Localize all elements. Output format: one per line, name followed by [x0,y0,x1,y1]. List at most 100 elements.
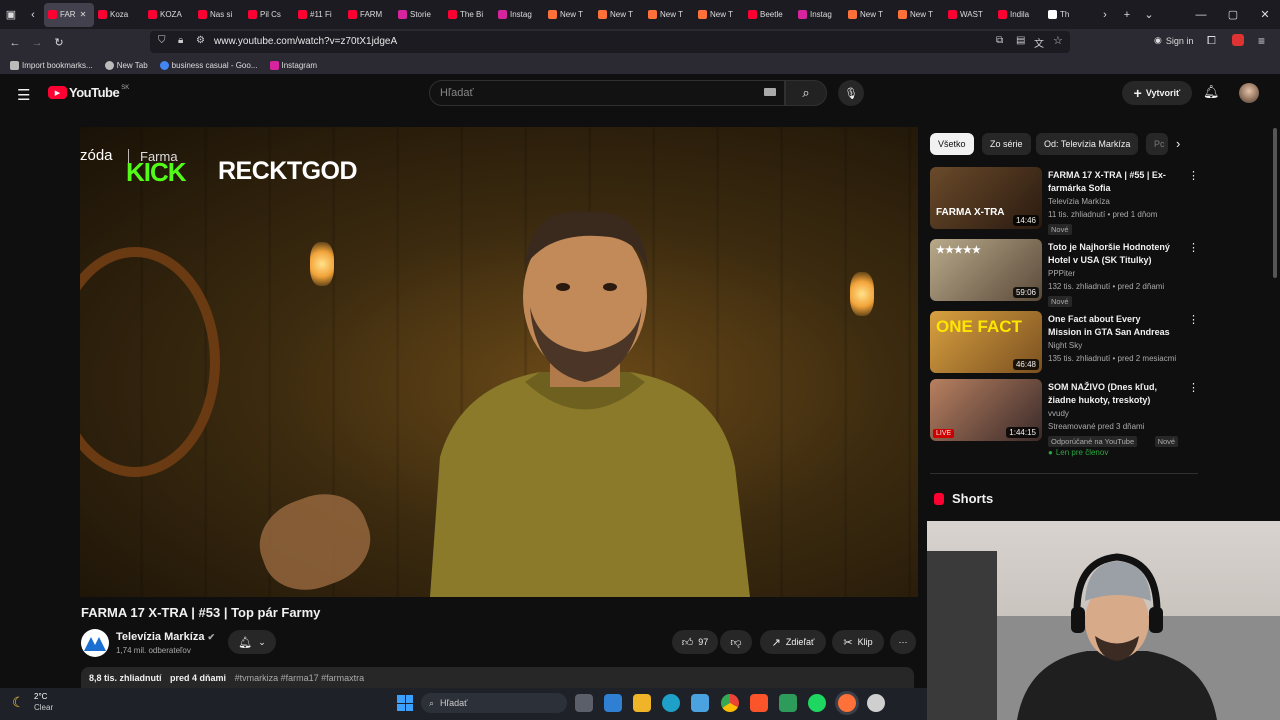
chips-scroll-right-icon[interactable]: › [1176,136,1180,151]
bookmark-item[interactable]: business casual - Goo... [159,60,258,70]
video-thumbnail[interactable]: ONE FACT 46:48 [930,311,1042,373]
video-player[interactable]: zóda Farma KICK RECKTGOD [80,127,918,597]
more-actions-button[interactable]: ⋯ [890,630,916,654]
reader-view-icon[interactable]: ▤ [1016,35,1025,46]
browser-tab[interactable]: FARM [344,3,394,27]
bookmark-item[interactable]: New Tab [104,60,148,70]
recommended-video-title[interactable]: FARMA 17 X-TRA | #55 | Ex-farmárka Sofia [1048,169,1176,195]
notepad-icon[interactable] [779,694,797,712]
extensions-icon[interactable]: ⧠ [1207,35,1216,48]
more-vertical-icon[interactable]: ⋮ [1188,381,1199,394]
recommended-channel[interactable]: Televízia Markíza [1048,197,1110,206]
maximize-icon[interactable]: ▢ [1222,4,1244,26]
browser-tab[interactable]: FAR ✕ [44,2,94,27]
search-input[interactable]: Hľadať [429,80,785,106]
hamburger-menu-icon[interactable]: ☰ [17,86,30,104]
extension-badge-icon[interactable] [1232,34,1244,46]
obs-icon[interactable] [867,694,885,712]
brave-icon[interactable] [750,694,768,712]
tab-overview-icon[interactable]: ▣ [0,4,22,26]
channel-avatar[interactable] [81,629,109,657]
video-description[interactable]: 8,8 tis. zhliadnutí pred 4 dňami #tvmark… [81,667,914,689]
bookmark-item[interactable]: Import bookmarks... [10,60,93,70]
url-text[interactable]: www.youtube.com/watch?v=z70tX1jdgeA [214,36,397,47]
back-icon[interactable]: ← [4,32,26,54]
tabs-scroll-right-icon[interactable]: › [1094,4,1116,26]
browser-tab[interactable]: Indila [994,3,1044,27]
browser-tab[interactable]: The Bi [444,3,494,27]
recommended-video-title[interactable]: Toto je Najhoršie Hodnotený Hotel v USA … [1048,241,1176,267]
browser-tab[interactable]: New T [544,3,594,27]
chip-next[interactable]: Pc [1146,133,1168,155]
browser-tab[interactable]: Storie [394,3,444,27]
video-thumbnail[interactable]: LIVE 1:44:15 [930,379,1042,441]
chrome-icon[interactable] [721,694,739,712]
task-view-icon[interactable] [575,694,593,712]
video-thumbnail[interactable]: FARMA X-TRA 14:46 [930,167,1042,229]
browser-tab[interactable]: Koza [94,3,144,27]
tracking-shield-icon[interactable]: ⛉ [158,35,166,46]
clip-button[interactable]: ✂ Klip [832,630,884,654]
translate-icon[interactable]: 文 [1034,35,1044,50]
subscription-bell-button[interactable]: 🔔︎ ⌄ [228,630,276,654]
bookmark-star-icon[interactable]: ☆ [1053,34,1063,47]
chip-series[interactable]: Zo série [982,133,1031,155]
ms-store-icon[interactable] [604,694,622,712]
chip-from-channel[interactable]: Od: Televízia Markíza [1036,133,1139,155]
forward-icon[interactable]: → [26,32,48,54]
recommended-channel[interactable]: vvudy [1048,409,1069,418]
keyboard-icon[interactable] [764,88,776,96]
channel-name[interactable]: Televízia Markíza ✔ [116,631,215,643]
recommended-video[interactable]: ★★★★★ 59:06 Toto je Najhoršie Hodnotený Ho… [930,239,1200,307]
file-explorer-icon[interactable] [633,694,651,712]
youtube-logo[interactable]: ▶ YouTube SK [48,85,129,100]
recommended-video-title[interactable]: SOM NAŽIVO (Dnes kľud, žiadne hukoty, tr… [1048,381,1176,407]
recommended-channel[interactable]: Night Sky [1048,341,1082,350]
avatar[interactable] [1239,83,1259,103]
recommended-video[interactable]: FARMA X-TRA 14:46 FARMA 17 X-TRA | #55 | E… [930,167,1200,235]
weather-temp[interactable]: 2°C [34,692,47,701]
lock-icon[interactable]: 🔒︎ [178,35,183,46]
share-button[interactable]: ↗ Zdieľať [760,630,826,654]
browser-tab[interactable]: Th [1044,3,1094,27]
recommended-video-title[interactable]: One Fact about Every Mission in GTA San … [1048,313,1176,339]
video-thumbnail[interactable]: ★★★★★ 59:06 [930,239,1042,301]
photos-icon[interactable] [691,694,709,712]
browser-tab[interactable]: Nas si [194,3,244,27]
bookmark-item[interactable]: Instagram [269,60,317,70]
recommended-video[interactable]: ONE FACT 46:48 One Fact about Every Missio… [930,311,1200,377]
notifications-bell-icon[interactable]: 🔔︎ [1203,84,1220,100]
moon-weather-icon[interactable]: ☾ [12,694,25,711]
edge-icon[interactable] [662,694,680,712]
voice-search-button[interactable]: 🎙︎ [838,80,864,106]
recommended-channel[interactable]: PPPiter [1048,269,1075,278]
chip-all[interactable]: Všetko [930,133,974,155]
browser-tab[interactable]: New T [594,3,644,27]
more-vertical-icon[interactable]: ⋮ [1188,241,1199,254]
more-vertical-icon[interactable]: ⋮ [1188,313,1199,326]
reload-icon[interactable]: ↻ [48,32,70,54]
hashtags[interactable]: #tvmarkiza #farma17 #farmaxtra [235,673,365,683]
pip-icon[interactable]: ⧉ [996,35,1003,46]
permissions-icon[interactable]: ⚙ [196,35,205,46]
new-tab-icon[interactable]: + [1116,4,1138,26]
create-button[interactable]: + Vytvoriť [1122,81,1192,105]
close-window-icon[interactable]: ✕ [1254,4,1276,26]
minimize-icon[interactable]: — [1190,4,1212,26]
browser-tab[interactable]: Instag [494,3,544,27]
menu-icon[interactable]: ≡ [1258,34,1265,48]
like-button[interactable]: 👍︎ 97 [672,630,718,654]
close-tab-icon[interactable]: ✕ [80,10,87,19]
browser-tab[interactable]: New T [894,3,944,27]
search-button[interactable]: ⌕ [785,80,827,106]
tabs-scroll-left-icon[interactable]: ‹ [22,4,44,26]
dislike-button[interactable]: 👎︎ [720,630,752,654]
spotify-icon[interactable] [808,694,826,712]
browser-tab[interactable]: New T [694,3,744,27]
taskbar-search[interactable]: ⌕ Hľadať [421,693,567,713]
browser-tab[interactable]: Instag [794,3,844,27]
tab-list-dropdown-icon[interactable]: ⌄ [1138,4,1160,26]
browser-tab[interactable]: WAST [944,3,994,27]
windows-start-icon[interactable] [397,695,413,711]
firefox-icon[interactable] [838,694,856,712]
